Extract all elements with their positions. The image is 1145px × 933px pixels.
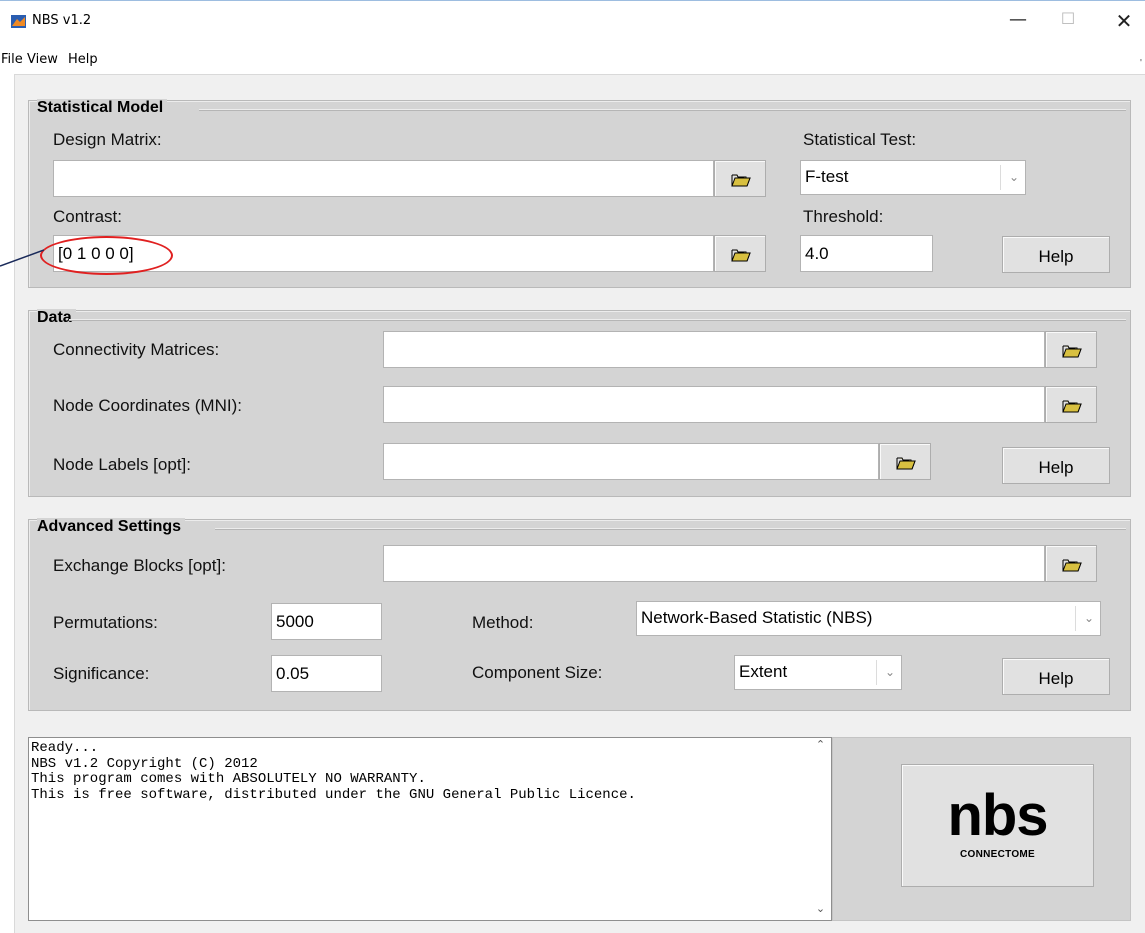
method-value: Network-Based Statistic (NBS) [641,608,873,627]
exchange-blocks-input[interactable] [383,545,1045,582]
method-select[interactable]: Network-Based Statistic (NBS) ⌄ [636,601,1101,636]
dropdown-separator [1075,606,1076,631]
console-text: Ready... NBS v1.2 Copyright (C) 2012 Thi… [31,740,636,803]
data-title: Data [37,309,76,327]
matlab-icon [11,15,26,28]
console-scrollbar[interactable]: ⌃ ⌄ [810,738,831,920]
menu-help[interactable]: Help [68,52,98,67]
open-folder-icon [896,457,916,470]
design-matrix-label: Design Matrix: [53,130,162,149]
menu-file[interactable]: File [1,52,23,67]
method-label: Method: [472,613,534,632]
exchange-blocks-label: Exchange Blocks [opt]: [53,556,226,575]
node-labels-browse-button[interactable] [879,443,931,480]
chevron-down-icon: ⌄ [1083,611,1094,625]
panel-rule [199,109,1126,111]
advanced-help-button[interactable]: Help [1002,658,1110,695]
title-bar: NBS v1.2 — ☐ ✕ [0,0,1145,42]
console-output[interactable]: Ready... NBS v1.2 Copyright (C) 2012 Thi… [28,737,832,921]
dropdown-separator [1000,165,1001,190]
threshold-input[interactable]: 4.0 [800,235,933,272]
scroll-down-icon[interactable]: ⌄ [810,902,831,920]
window-title: NBS v1.2 [32,13,92,28]
menu-view[interactable]: View [27,52,58,67]
statistical-test-value: F-test [805,167,849,186]
annotation-pointer [0,249,44,267]
open-folder-icon [731,174,751,187]
minimize-button[interactable]: — [1003,9,1033,35]
statistical-test-label: Statistical Test: [803,130,917,149]
chevron-down-icon: ⌄ [1008,170,1019,184]
annotation-ellipse [40,236,173,275]
design-matrix-browse-button[interactable] [714,160,766,197]
maximize-button[interactable]: ☐ [1053,9,1083,35]
node-labels-label: Node Labels [opt]: [53,455,191,474]
design-matrix-input[interactable] [53,160,714,197]
statistical-model-title: Statistical Model [37,99,168,117]
node-labels-input[interactable] [383,443,879,480]
component-size-select[interactable]: Extent ⌄ [734,655,902,690]
advanced-settings-title: Advanced Settings [37,518,186,536]
component-size-value: Extent [739,662,788,681]
connectivity-label: Connectivity Matrices: [53,340,220,359]
significance-input[interactable]: 0.05 [271,655,382,692]
node-coordinates-browse-button[interactable] [1045,386,1097,423]
contrast-browse-button[interactable] [714,235,766,272]
edge-marker: ' [1140,58,1142,69]
scroll-up-icon[interactable]: ⌃ [810,738,831,756]
node-coordinates-input[interactable] [383,386,1045,423]
chevron-down-icon: ⌄ [884,665,895,679]
open-folder-icon [1062,345,1082,358]
permutations-label: Permutations: [53,613,158,632]
dropdown-separator [876,660,877,685]
component-size-label: Component Size: [472,663,603,682]
open-folder-icon [731,249,751,262]
exchange-blocks-browse-button[interactable] [1045,545,1097,582]
statistical-test-select[interactable]: F-test ⌄ [800,160,1026,195]
logo-connectome-text: CONNECTOME [959,849,1036,860]
threshold-label: Threshold: [803,207,884,226]
logo-nbs-text: nbs [947,783,1048,848]
connectivity-input[interactable] [383,331,1045,368]
permutations-input[interactable]: 5000 [271,603,382,640]
panel-rule [215,528,1126,530]
significance-label: Significance: [53,664,150,683]
close-button[interactable]: ✕ [1109,9,1139,35]
open-folder-icon [1062,400,1082,413]
statistical-model-help-button[interactable]: Help [1002,236,1110,273]
nbs-connectome-logo-button[interactable]: nbs CONNECTOME [901,764,1094,887]
panel-rule [69,319,1126,321]
connectivity-browse-button[interactable] [1045,331,1097,368]
contrast-label: Contrast: [53,207,122,226]
data-help-button[interactable]: Help [1002,447,1110,484]
node-coordinates-label: Node Coordinates (MNI): [53,396,242,415]
open-folder-icon [1062,559,1082,572]
